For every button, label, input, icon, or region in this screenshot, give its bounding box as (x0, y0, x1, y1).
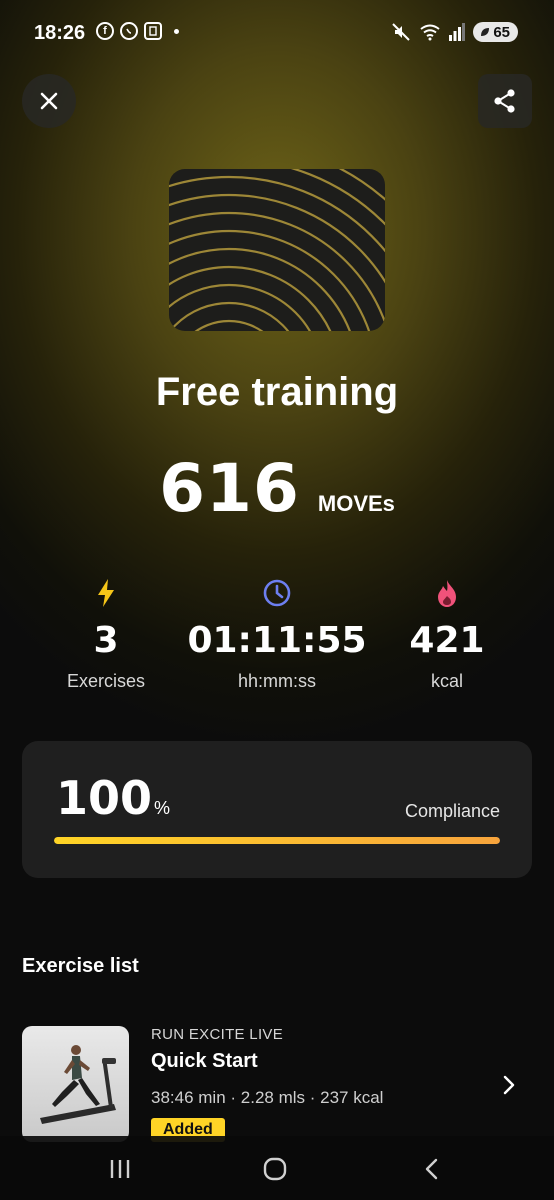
mute-icon (392, 23, 411, 41)
status-bar: 18:26 f 65 (0, 0, 554, 66)
stat-value: 421 (409, 620, 485, 661)
stat-exercises: 3 Exercises (16, 578, 196, 692)
system-navigation-bar (0, 1136, 554, 1200)
chevron-right-icon (503, 1075, 515, 1095)
stat-label: hh:mm:ss (237, 671, 316, 691)
clipboard-icon (144, 22, 162, 40)
stat-label: Exercises (66, 671, 146, 691)
share-button[interactable] (478, 74, 532, 128)
battery-icon: 65 (473, 22, 518, 42)
list-item[interactable]: RUN EXCITE LIVE Quick Start 38:46 min · … (22, 1026, 532, 1146)
clock-icon (263, 579, 291, 607)
flame-icon (438, 580, 456, 607)
compliance-value: 100 (56, 771, 153, 825)
stat-calories: 421 kcal (357, 578, 537, 692)
close-button[interactable] (22, 74, 76, 128)
moves-value: 616 (159, 450, 300, 527)
compliance-unit: % (154, 798, 171, 818)
compliance-label: Compliance (404, 801, 500, 821)
stat-label: kcal (430, 671, 463, 691)
more-notifications-dot (174, 28, 179, 34)
wifi-icon (420, 24, 440, 41)
exercise-meta: 38:46 min · 2.28 mls · 237 kcal (151, 1088, 384, 1107)
stat-value: 01:11:55 (187, 620, 367, 661)
whatsapp-icon (120, 22, 138, 40)
recent-apps-icon[interactable] (108, 1158, 132, 1180)
moves-summary: 616 MOVEs (0, 450, 554, 527)
exercise-thumbnail (22, 1026, 129, 1142)
compliance-card: 100 % Compliance (22, 741, 532, 878)
signal-icon (449, 23, 466, 41)
stat-value: 3 (93, 620, 119, 661)
moves-unit: MOVEs (317, 491, 395, 516)
compliance-progress-bar (54, 837, 500, 844)
facebook-icon: f (96, 22, 114, 40)
back-icon[interactable] (422, 1157, 440, 1181)
home-icon[interactable] (262, 1156, 288, 1182)
system-icons: 65 (391, 22, 518, 42)
stat-duration: 01:11:55 hh:mm:ss (187, 578, 367, 692)
workout-title: Free training (155, 370, 399, 414)
compliance-progress-fill (54, 837, 500, 844)
notification-icons: f (96, 22, 179, 40)
close-icon (40, 92, 58, 110)
status-time: 18:26 (34, 22, 86, 44)
share-icon (494, 89, 515, 113)
bolt-icon (98, 579, 114, 607)
workout-image (169, 169, 385, 331)
exercise-brand: RUN EXCITE LIVE (151, 1026, 284, 1043)
battery-level: 65 (493, 23, 510, 41)
exercise-list-title: Exercise list (22, 955, 139, 977)
compliance-percentage: 100 % (56, 771, 170, 825)
exercise-name: Quick Start (151, 1050, 258, 1072)
